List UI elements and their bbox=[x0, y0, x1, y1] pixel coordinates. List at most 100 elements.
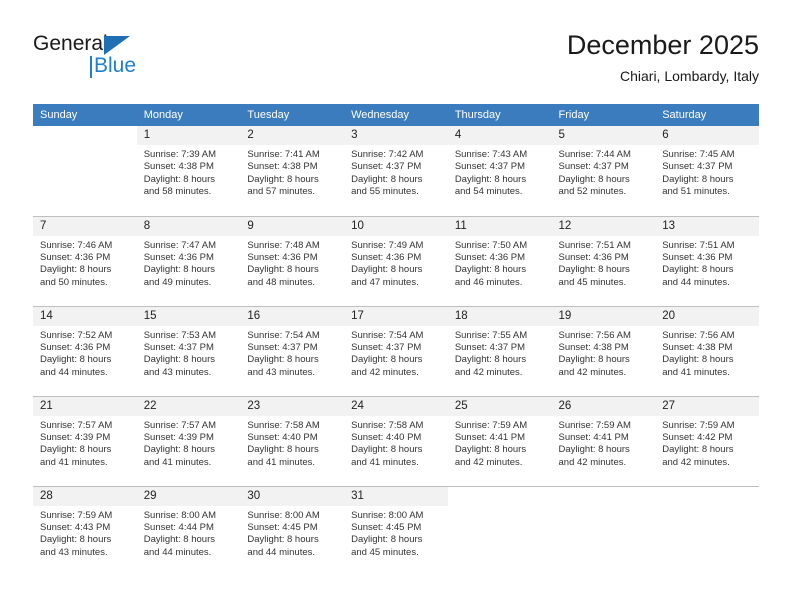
calendar-day-cell[interactable]: 30 Sunrise: 8:00 AM Sunset: 4:45 PM Dayligh… bbox=[240, 485, 345, 576]
day-details: Sunrise: 7:59 AM Sunset: 4:43 PM Daylight:… bbox=[33, 506, 137, 560]
day-detail-daylight-line2: and 41 minutes. bbox=[662, 366, 730, 378]
day-details: Sunrise: 7:49 AM Sunset: 4:36 PM Daylight:… bbox=[344, 236, 448, 290]
calendar-day-cell[interactable]: 4 Sunrise: 7:43 AM Sunset: 4:37 PM Daylight… bbox=[447, 126, 552, 216]
day-details: Sunrise: 7:39 AM Sunset: 4:38 PM Daylight:… bbox=[137, 145, 241, 199]
day-detail-sunrise: Sunrise: 7:58 AM bbox=[351, 419, 424, 431]
calendar-day-cell[interactable]: 26 Sunrise: 7:59 AM Sunset: 4:41 PM Dayligh… bbox=[551, 395, 656, 486]
day-number: 22 bbox=[136, 396, 241, 416]
calendar-day-cell[interactable]: 5 Sunrise: 7:44 AM Sunset: 4:37 PM Daylight… bbox=[551, 126, 656, 216]
day-detail-sunset: Sunset: 4:44 PM bbox=[143, 521, 214, 533]
day-detail-sunrise: Sunrise: 7:59 AM bbox=[662, 419, 735, 431]
day-detail-sunset: Sunset: 4:42 PM bbox=[662, 431, 733, 443]
day-details: Sunrise: 7:50 AM Sunset: 4:36 PM Daylight:… bbox=[448, 236, 552, 290]
day-number: 23 bbox=[240, 396, 345, 416]
calendar-day-cell[interactable]: 29 Sunrise: 8:00 AM Sunset: 4:44 PM Dayligh… bbox=[136, 485, 241, 576]
calendar-day-cell[interactable]: 24 Sunrise: 7:58 AM Sunset: 4:40 PM Dayligh… bbox=[344, 395, 448, 486]
day-detail-sunrise: Sunrise: 7:54 AM bbox=[351, 329, 424, 341]
day-detail-sunrise: Sunrise: 7:52 AM bbox=[40, 329, 113, 341]
day-details: Sunrise: 7:55 AM Sunset: 4:37 PM Daylight:… bbox=[448, 326, 552, 380]
day-details: Sunrise: 8:00 AM Sunset: 4:45 PM Daylight:… bbox=[240, 506, 344, 560]
day-detail-daylight-line1: Daylight: 8 hours bbox=[351, 354, 423, 366]
day-number: 10 bbox=[344, 216, 448, 236]
brand-flagpole-icon bbox=[90, 56, 92, 78]
day-detail-sunset: Sunset: 4:38 PM bbox=[662, 341, 733, 353]
day-detail-sunset: Sunset: 4:38 PM bbox=[558, 341, 629, 353]
calendar-day-cell[interactable]: 28 Sunrise: 7:59 AM Sunset: 4:43 PM Dayligh… bbox=[33, 485, 137, 576]
day-detail-daylight-line2: and 45 minutes. bbox=[558, 276, 627, 288]
calendar-day-cell[interactable]: 13 Sunrise: 7:51 AM Sunset: 4:36 PM Dayligh… bbox=[655, 215, 759, 306]
day-detail-sunset: Sunset: 4:36 PM bbox=[662, 251, 733, 263]
calendar-day-cell[interactable]: 12 Sunrise: 7:51 AM Sunset: 4:36 PM Dayligh… bbox=[551, 215, 656, 306]
calendar-day-cell[interactable]: 6 Sunrise: 7:45 AM Sunset: 4:37 PM Daylight… bbox=[655, 126, 759, 216]
day-detail-daylight-line2: and 44 minutes. bbox=[40, 366, 108, 378]
calendar-day-cell[interactable]: 31 Sunrise: 8:00 AM Sunset: 4:45 PM Dayligh… bbox=[344, 485, 448, 576]
day-detail-sunrise: Sunrise: 7:58 AM bbox=[247, 419, 320, 431]
calendar-day-cell[interactable]: 8 Sunrise: 7:47 AM Sunset: 4:36 PM Daylight… bbox=[136, 215, 241, 306]
day-detail-sunset: Sunset: 4:45 PM bbox=[351, 521, 422, 533]
day-detail-daylight-line1: Daylight: 8 hours bbox=[351, 264, 423, 276]
day-detail-sunrise: Sunrise: 7:44 AM bbox=[558, 149, 631, 160]
day-details: Sunrise: 7:56 AM Sunset: 4:38 PM Daylight:… bbox=[552, 326, 656, 380]
day-number: 26 bbox=[551, 396, 656, 416]
calendar-day-cell[interactable]: 20 Sunrise: 7:56 AM Sunset: 4:38 PM Dayligh… bbox=[655, 305, 759, 396]
calendar-page: General Blue December 2025 Chiari, Lomba… bbox=[0, 0, 792, 612]
day-details: Sunrise: 7:57 AM Sunset: 4:39 PM Daylight:… bbox=[137, 416, 241, 470]
day-detail-sunrise: Sunrise: 8:00 AM bbox=[143, 509, 217, 521]
calendar-body: 1 Sunrise: 7:39 AM Sunset: 4:38 PM Daylight… bbox=[33, 126, 759, 576]
day-detail-daylight-line1: Daylight: 8 hours bbox=[662, 354, 734, 366]
day-detail-sunset: Sunset: 4:39 PM bbox=[40, 431, 111, 443]
day-number: 30 bbox=[240, 486, 345, 506]
calendar-day-cell[interactable]: 17 Sunrise: 7:54 AM Sunset: 4:37 PM Dayligh… bbox=[344, 305, 448, 396]
day-number: 19 bbox=[551, 306, 656, 326]
day-number: 20 bbox=[655, 306, 759, 326]
calendar-day-cell[interactable]: 14 Sunrise: 7:52 AM Sunset: 4:36 PM Dayligh… bbox=[33, 305, 137, 396]
day-detail-sunset: Sunset: 4:40 PM bbox=[351, 431, 422, 443]
day-detail-daylight-line1: Daylight: 8 hours bbox=[40, 354, 112, 366]
day-detail-sunrise: Sunrise: 7:57 AM bbox=[40, 419, 113, 431]
day-number: 14 bbox=[33, 306, 137, 326]
calendar-week-row: 1 Sunrise: 7:39 AM Sunset: 4:38 PM Daylight… bbox=[33, 126, 759, 216]
day-details: Sunrise: 7:57 AM Sunset: 4:39 PM Daylight:… bbox=[33, 416, 137, 470]
day-detail-daylight-line2: and 42 minutes. bbox=[558, 456, 627, 468]
calendar-day-cell[interactable]: 11 Sunrise: 7:50 AM Sunset: 4:36 PM Dayligh… bbox=[447, 215, 552, 306]
day-detail-sunrise: Sunrise: 7:59 AM bbox=[454, 419, 528, 431]
calendar-day-cell[interactable]: 27 Sunrise: 7:59 AM Sunset: 4:42 PM Dayligh… bbox=[655, 395, 759, 486]
day-details: Sunrise: 7:43 AM Sunset: 4:37 PM Daylight:… bbox=[448, 145, 552, 199]
calendar-day-cell[interactable]: 15 Sunrise: 7:53 AM Sunset: 4:37 PM Dayligh… bbox=[136, 305, 241, 396]
day-detail-daylight-line1: Daylight: 8 hours bbox=[351, 444, 423, 456]
calendar-day-cell[interactable]: 22 Sunrise: 7:57 AM Sunset: 4:39 PM Dayligh… bbox=[136, 395, 241, 486]
day-detail-daylight-line1: Daylight: 8 hours bbox=[454, 444, 527, 456]
day-detail-daylight-line1: Daylight: 8 hours bbox=[143, 354, 215, 366]
day-detail-sunrise: Sunrise: 7:50 AM bbox=[454, 239, 528, 251]
day-details: Sunrise: 7:59 AM Sunset: 4:41 PM Daylight:… bbox=[552, 416, 656, 470]
day-detail-sunset: Sunset: 4:39 PM bbox=[143, 431, 214, 443]
brand-name-blue: Blue bbox=[94, 54, 137, 77]
day-detail-sunset: Sunset: 4:37 PM bbox=[454, 161, 526, 173]
day-detail-sunset: Sunset: 4:37 PM bbox=[662, 161, 733, 173]
calendar-empty-cell bbox=[655, 485, 759, 576]
calendar-day-cell[interactable]: 9 Sunrise: 7:48 AM Sunset: 4:36 PM Daylight… bbox=[240, 215, 345, 306]
calendar-day-cell[interactable]: 2 Sunrise: 7:41 AM Sunset: 4:38 PM Daylight… bbox=[240, 126, 345, 216]
calendar-day-cell[interactable]: 23 Sunrise: 7:58 AM Sunset: 4:40 PM Dayligh… bbox=[240, 395, 345, 486]
calendar-day-cell[interactable]: 16 Sunrise: 7:54 AM Sunset: 4:37 PM Dayligh… bbox=[240, 305, 345, 396]
day-detail-daylight-line1: Daylight: 8 hours bbox=[454, 354, 527, 366]
day-detail-daylight-line1: Daylight: 8 hours bbox=[558, 444, 630, 456]
day-number: 11 bbox=[447, 216, 552, 236]
calendar-day-cell[interactable]: 25 Sunrise: 7:59 AM Sunset: 4:41 PM Dayligh… bbox=[447, 395, 552, 486]
day-details: Sunrise: 7:48 AM Sunset: 4:36 PM Daylight:… bbox=[240, 236, 344, 290]
calendar-day-cell[interactable]: 21 Sunrise: 7:57 AM Sunset: 4:39 PM Dayligh… bbox=[33, 395, 137, 486]
brand-logo[interactable]: General Blue bbox=[33, 32, 233, 88]
day-detail-daylight-line2: and 43 minutes. bbox=[40, 546, 108, 558]
calendar-day-cell[interactable]: 10 Sunrise: 7:49 AM Sunset: 4:36 PM Dayligh… bbox=[344, 215, 448, 306]
day-detail-daylight-line2: and 52 minutes. bbox=[558, 186, 627, 198]
calendar-empty-cell bbox=[551, 485, 656, 576]
calendar-day-cell[interactable]: 18 Sunrise: 7:55 AM Sunset: 4:37 PM Dayligh… bbox=[447, 305, 552, 396]
day-detail-daylight-line2: and 44 minutes. bbox=[662, 276, 730, 288]
calendar-day-cell[interactable]: 7 Sunrise: 7:46 AM Sunset: 4:36 PM Daylight… bbox=[33, 215, 137, 306]
calendar-day-cell[interactable]: 1 Sunrise: 7:39 AM Sunset: 4:38 PM Daylight… bbox=[136, 126, 241, 216]
calendar-day-cell[interactable]: 3 Sunrise: 7:42 AM Sunset: 4:37 PM Daylight… bbox=[344, 126, 448, 216]
calendar-day-cell[interactable]: 19 Sunrise: 7:56 AM Sunset: 4:38 PM Dayligh… bbox=[551, 305, 656, 396]
day-number: 6 bbox=[655, 126, 759, 145]
day-detail-sunrise: Sunrise: 7:49 AM bbox=[351, 239, 424, 251]
day-number: 2 bbox=[240, 126, 345, 145]
